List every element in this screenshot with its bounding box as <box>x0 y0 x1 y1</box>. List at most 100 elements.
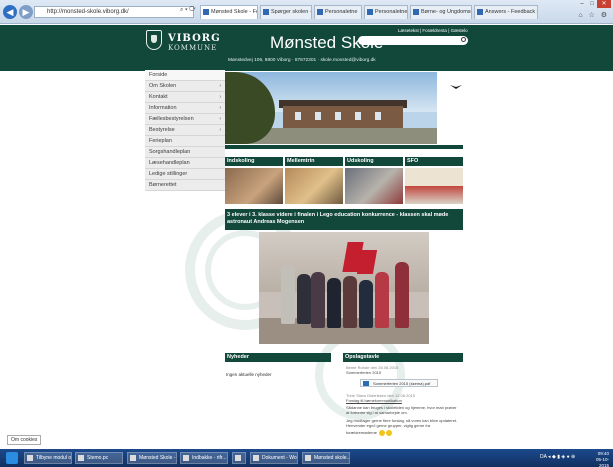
taskbar-item-label: Indbakke - rifr... <box>192 455 227 461</box>
cookie-notice[interactable]: Om cookies <box>7 435 42 445</box>
taskbar-item[interactable]: Mønsted skole... <box>302 452 350 464</box>
tab-label: Personaletne <box>325 9 358 15</box>
card-image[interactable] <box>285 168 343 204</box>
browser-tab[interactable]: Børne- og Ungdomsudvalget... <box>410 5 472 19</box>
close-button[interactable]: ✕ <box>597 0 611 8</box>
news-empty-text: Ingen aktuelle nyheder <box>226 372 272 377</box>
browser-tab[interactable]: Personaletne <box>314 5 362 19</box>
maximize-button[interactable]: □ <box>587 0 597 8</box>
browser-tab[interactable]: Answers - Feedback etterslagning... <box>474 5 538 19</box>
card-sfo[interactable]: SFO <box>405 157 463 204</box>
sidebar-item[interactable]: Ferieplan <box>145 136 225 147</box>
back-icon[interactable]: ◀ <box>3 5 17 19</box>
browser-window: ◀ ▶ http://monsted-skole.viborg.dk/ ⌕ ▾ … <box>0 0 613 467</box>
board-heading: Opslagstavle <box>343 353 463 362</box>
windows-start-icon[interactable] <box>6 452 18 464</box>
taskbar-item-label: Stemo.pc <box>87 455 109 461</box>
sidebar-item[interactable]: Information › <box>145 103 225 114</box>
card-title[interactable]: Mellemtrin <box>285 157 343 166</box>
sidebar-item-label: Fællesbestyrelsen <box>149 116 194 122</box>
taskbar: Tilbyne modul og... Stemo.pc Mønsted Skole… <box>0 449 613 467</box>
sidebar-item[interactable]: Fællesbestyrelsen › <box>145 114 225 125</box>
taskbar-item-label: Mønsted Skole - P... <box>139 455 176 461</box>
kommune-logo-subtext: KOMMUNE <box>168 44 218 52</box>
chevron-right-icon: › <box>219 116 221 122</box>
taskbar-item[interactable]: Tilbyne modul og... <box>24 452 72 464</box>
news-headline[interactable]: 3 elever i 3. klasse videre i finalen i … <box>225 209 463 230</box>
search-input[interactable] <box>358 36 468 45</box>
sidebar-item[interactable]: Forside <box>145 70 225 81</box>
app-icon <box>183 455 189 461</box>
sidebar-item[interactable]: Ledige stillinger <box>145 169 225 180</box>
clock-date: 05-10-2015 <box>595 457 609 467</box>
sidebar-item-label: Kontakt <box>149 94 168 100</box>
address-bar-icons[interactable]: ⌕ ▾ ⟳ <box>180 7 196 14</box>
browser-tab[interactable]: Personaletne <box>364 5 408 19</box>
tab-favicon-icon <box>413 9 419 15</box>
tab-favicon-icon <box>263 9 269 15</box>
browser-tools[interactable]: ⌂ ☆ ⚙ <box>578 11 609 19</box>
board-post-body: Jeg modtager gerne flere forslag, så vor… <box>346 418 458 428</box>
card-indskoling[interactable]: Indskoling <box>225 157 283 204</box>
tab-strip: Mønsted Skole - Forside Spørger skolen - … <box>200 5 540 19</box>
card-mellemtrin[interactable]: Mellemtrin <box>285 157 343 204</box>
browser-tab[interactable]: Mønsted Skole - Forside <box>200 5 258 19</box>
search-icon[interactable] <box>461 37 466 42</box>
chevron-right-icon: › <box>219 127 221 133</box>
sidebar-item-label: Sorgshandleplan <box>149 149 191 155</box>
forward-icon[interactable]: ▶ <box>19 5 33 19</box>
clock[interactable]: 09:40 05-10-2015 <box>587 451 609 467</box>
sidebar-item[interactable]: Børnerettet <box>145 180 225 191</box>
app-icon <box>253 455 259 461</box>
bird-logo-icon <box>450 85 462 89</box>
browser-toolbar: ◀ ▶ http://monsted-skole.viborg.dk/ ⌕ ▾ … <box>0 0 613 24</box>
chevron-right-icon: › <box>219 83 221 89</box>
card-title[interactable]: SFO <box>405 157 463 166</box>
system-tray[interactable]: DA ◂ ◆ ▮ ◈ ● ⊕ <box>540 454 575 460</box>
sidebar-item[interactable]: Læsehandleplan <box>145 158 225 169</box>
browser-tab[interactable]: Spørger skolen - Nyt fra... <box>260 5 312 19</box>
top-links[interactable]: Læsetekst | Forældrenta | Gæstelo <box>398 28 468 33</box>
hero-divider <box>225 145 463 149</box>
viborg-crest-icon[interactable] <box>146 30 162 50</box>
taskbar-item[interactable]: Indbakke - rifr... <box>180 452 228 464</box>
tab-label: Answers - Feedback etterslagning... <box>485 9 537 15</box>
sidebar-item[interactable]: Sorgshandleplan <box>145 147 225 158</box>
card-title[interactable]: Udskoling <box>345 157 403 166</box>
taskbar-item[interactable]: Stemo.pc <box>75 452 123 464</box>
card-image[interactable] <box>405 168 463 204</box>
news-photo[interactable] <box>259 232 429 344</box>
card-udskoling[interactable]: Udskoling <box>345 157 403 204</box>
card-title[interactable]: Indskoling <box>225 157 283 166</box>
sidebar-item[interactable]: Kontakt › <box>145 92 225 103</box>
board-post-title[interactable]: Forslag til børnekommunikation <box>346 398 402 403</box>
address-bar[interactable]: http://monsted-skole.viborg.dk/ <box>34 6 194 18</box>
tab-label: Børne- og Ungdomsudvalget... <box>421 9 471 15</box>
board-post-body: forældremøderne <box>346 430 377 436</box>
taskbar-item[interactable]: Mønsted Skole - P... <box>127 452 177 464</box>
smiley-icon <box>379 430 386 436</box>
smiley-icon <box>386 430 393 436</box>
sidebar-item[interactable]: Bestyrelse › <box>145 125 225 136</box>
app-icon <box>78 455 84 461</box>
attachment-name[interactable]: Sommerferien 2015 (skema).pdf <box>373 381 430 386</box>
chevron-right-icon: › <box>219 94 221 100</box>
tab-label: Spørger skolen - Nyt fra... <box>271 9 312 15</box>
window-controls: – □ ✕ <box>577 0 611 8</box>
taskbar-item[interactable]: Dokument - Word <box>250 452 298 464</box>
tab-favicon-icon <box>477 9 483 15</box>
minimize-button[interactable]: – <box>577 0 587 8</box>
news-heading: Nyheder <box>225 353 331 362</box>
sidebar-item[interactable]: Om Skolen › <box>145 81 225 92</box>
tab-favicon-icon <box>203 9 209 15</box>
card-image[interactable] <box>225 168 283 204</box>
board-post-title[interactable]: Sommerferien 2015 <box>346 370 381 375</box>
app-icon <box>235 455 241 461</box>
taskbar-item[interactable] <box>232 452 246 464</box>
sidebar-item-label: Læsehandleplan <box>149 160 190 166</box>
card-image[interactable] <box>345 168 403 204</box>
app-icon <box>305 455 311 461</box>
chevron-right-icon: › <box>219 105 221 111</box>
kommune-logo-text[interactable]: VIBORG <box>168 33 221 44</box>
board-attachment[interactable]: Sommerferien 2015 (skema).pdf <box>360 379 438 387</box>
